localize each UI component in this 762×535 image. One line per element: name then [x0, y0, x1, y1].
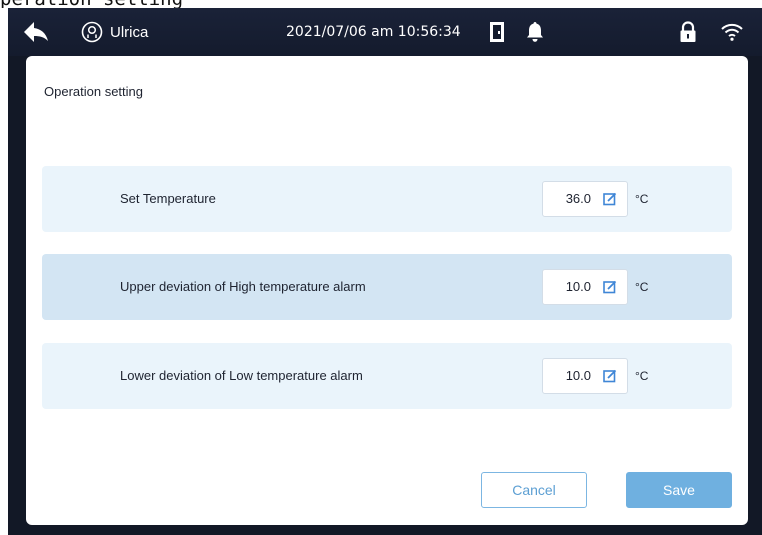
setting-value: 10.0: [565, 368, 591, 383]
user-icon: [80, 20, 104, 44]
door-icon[interactable]: [486, 20, 508, 44]
setting-label: Set Temperature: [120, 191, 216, 206]
edit-icon[interactable]: [603, 280, 617, 294]
unit-label: °C: [635, 369, 649, 383]
datetime-display: 2021/07/06 am 10:56:34: [286, 24, 461, 40]
user-name: Ulrica: [110, 23, 149, 41]
window-caption: peration setting: [0, 0, 300, 8]
cancel-button[interactable]: Cancel: [481, 472, 587, 508]
bell-icon[interactable]: [523, 19, 547, 45]
back-arrow-icon: [24, 22, 48, 42]
set-temperature-input[interactable]: 36.0: [542, 181, 628, 217]
setting-value: 36.0: [565, 191, 591, 206]
setting-row-lower-deviation: Lower deviation of Low temperature alarm…: [42, 343, 732, 409]
back-button[interactable]: [22, 18, 50, 46]
device-screen: Ulrica 2021/07/06 am 10:56:34 Operation …: [8, 8, 762, 535]
edit-icon[interactable]: [603, 192, 617, 206]
save-button[interactable]: Save: [626, 472, 732, 508]
setting-row-upper-deviation: Upper deviation of High temperature alar…: [42, 254, 732, 320]
upper-deviation-input[interactable]: 10.0: [542, 269, 628, 305]
unit-label: °C: [635, 280, 649, 294]
status-bar: Ulrica 2021/07/06 am 10:56:34: [8, 8, 762, 56]
wifi-icon[interactable]: [718, 20, 746, 44]
edit-icon[interactable]: [603, 369, 617, 383]
operation-setting-panel: Operation setting Set Temperature 36.0 °…: [26, 56, 748, 525]
setting-value: 10.0: [565, 279, 591, 294]
lock-icon[interactable]: [676, 19, 700, 45]
setting-label: Upper deviation of High temperature alar…: [120, 279, 366, 294]
setting-row-set-temperature: Set Temperature 36.0 °C: [42, 166, 732, 232]
setting-label: Lower deviation of Low temperature alarm: [120, 368, 363, 383]
lower-deviation-input[interactable]: 10.0: [542, 358, 628, 394]
page-title: Operation setting: [44, 84, 144, 99]
unit-label: °C: [635, 192, 649, 206]
